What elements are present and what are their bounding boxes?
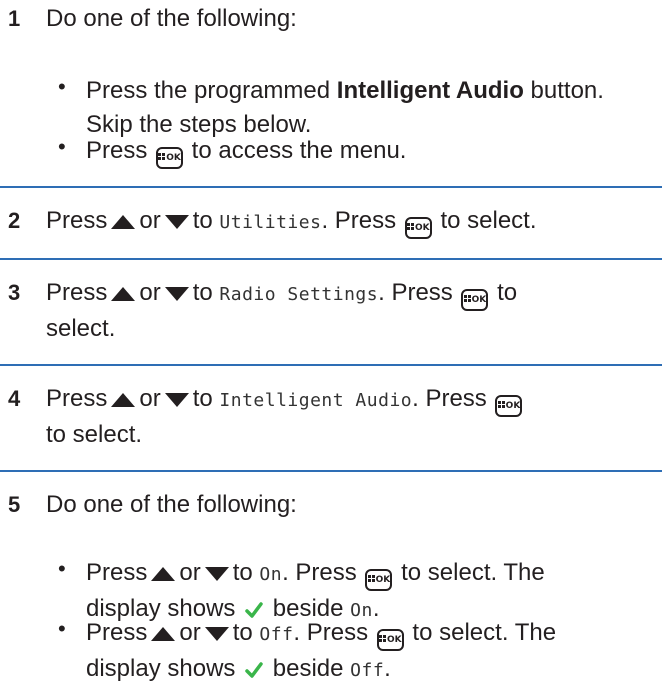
down-arrow-icon xyxy=(164,286,189,301)
menu-ok-icon: OK xyxy=(495,395,523,417)
menu-item-name: Utilities xyxy=(219,212,322,233)
bullet-dot: • xyxy=(58,74,66,99)
up-arrow-icon xyxy=(151,626,176,641)
step-text: Do one of the following: xyxy=(46,491,297,518)
down-arrow-icon xyxy=(164,214,189,229)
menu-item-name: Radio Settings xyxy=(219,284,379,305)
bullet-dot: • xyxy=(58,556,66,581)
down-arrow-icon xyxy=(204,566,229,581)
up-arrow-icon xyxy=(111,286,136,301)
menu-item-name: Off xyxy=(259,624,294,645)
menu-item-name: Off xyxy=(350,660,385,681)
down-arrow-icon xyxy=(164,392,189,407)
menu-ok-icon: OK xyxy=(156,147,184,169)
step-number: 3 xyxy=(8,280,21,305)
up-arrow-icon xyxy=(111,392,136,407)
step-separator xyxy=(0,470,662,472)
step-text: Press or to Radio Settings. Press OK to sel… xyxy=(46,279,518,342)
down-arrow-icon xyxy=(204,626,229,641)
bullet-dot: • xyxy=(58,616,66,641)
step-text: Do one of the following: xyxy=(46,5,297,32)
bullet-dot: • xyxy=(58,134,66,159)
menu-ok-icon: OK xyxy=(404,217,432,239)
step-number: 1 xyxy=(8,6,21,31)
step-separator xyxy=(0,186,662,188)
up-arrow-icon xyxy=(151,566,176,581)
menu-ok-icon: OK xyxy=(376,629,404,651)
menu-ok-icon: OK xyxy=(365,569,393,591)
up-arrow-icon xyxy=(111,214,136,229)
step-number: 2 xyxy=(8,208,21,233)
step-number: 4 xyxy=(8,386,21,411)
step-separator xyxy=(0,364,662,366)
bullet-text: Press or to Off. Press OK to select. The di… xyxy=(86,619,557,682)
step-number: 5 xyxy=(8,492,21,517)
step-text: Press or to Intelligent Audio. Press OK to … xyxy=(46,382,660,452)
menu-item-name: Intelligent Audio xyxy=(219,390,413,411)
step-text: Press or to Utilities. Press OK to select. xyxy=(46,204,660,240)
menu-ok-icon: OK xyxy=(461,289,489,311)
step-separator xyxy=(0,258,662,260)
bullet-text: Press OK to access the menu. xyxy=(86,134,660,169)
menu-item-name: On xyxy=(259,564,283,585)
checkmark-icon xyxy=(245,662,263,678)
bullet-text: Press the programmed Intelligent Audio b… xyxy=(86,77,604,138)
